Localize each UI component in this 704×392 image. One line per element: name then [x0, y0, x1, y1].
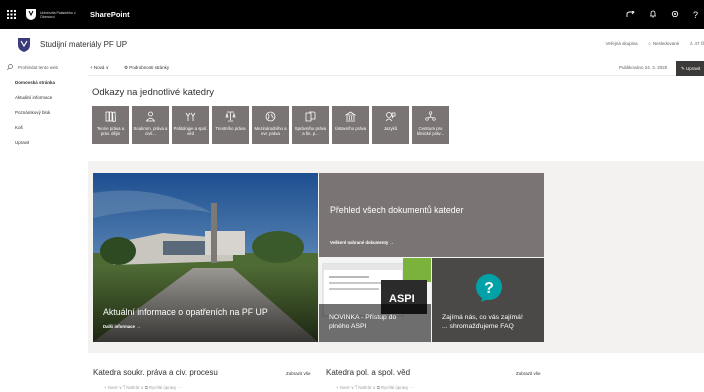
quick-links: Teorie práva a práv. dějin Soukrom. práv…: [92, 106, 449, 144]
link-tile-languages[interactable]: Jazyků: [372, 106, 409, 144]
edit-button[interactable]: ✎ Upravit: [676, 61, 704, 76]
suite-actions: ?: [626, 0, 698, 29]
see-all-link[interactable]: Zobrazit vše: [286, 371, 311, 376]
link-tile-clinical-law[interactable]: Centrum pro klinické práv...: [412, 106, 449, 144]
books-icon: [105, 111, 116, 122]
hero-faq-tile[interactable]: ? Zajímá nás, co vás zajímá! ... shromaž…: [432, 258, 544, 342]
follow-button[interactable]: ☆ Nesledované: [648, 41, 680, 47]
page-details-button[interactable]: ⚙ Podrobnosti stránky: [124, 65, 169, 71]
bell-icon[interactable]: [649, 10, 657, 20]
sharepoint-brand[interactable]: SharePoint: [90, 10, 130, 19]
link-tile-criminal-law[interactable]: Trestního práva: [212, 106, 249, 144]
section-title-private-law: Katedra soukr. práva a civ. procesu: [93, 368, 218, 377]
nav-item-edit[interactable]: Upravit: [15, 140, 29, 145]
site-title[interactable]: Studijní materiály PF UP: [40, 40, 127, 49]
share-icon[interactable]: [626, 10, 635, 20]
see-all-link[interactable]: Zobrazit vše: [516, 371, 541, 376]
left-navigation: Prohledat tento web Domovská stránka Akt…: [0, 61, 88, 392]
new-button[interactable]: + Nová ∨: [90, 65, 109, 71]
library-command-bar[interactable]: + Nové ∨ ⤒ Nahrát ∨ ⧉ Rychlé úpravy ···: [336, 385, 414, 391]
site-logo-icon[interactable]: [18, 38, 30, 52]
question-icon: ?: [476, 274, 502, 302]
link-tile-theory[interactable]: Teorie práva a práv. dějin: [92, 106, 129, 144]
people-icon: [185, 112, 196, 121]
documents-icon: [305, 111, 316, 122]
library-command-bar[interactable]: + Nové ∨ ⤒ Nahrát ∨ ⧉ Rychlé úpravy ···: [104, 385, 182, 391]
speech-icon: [385, 112, 396, 122]
link-tile-international-law[interactable]: Mezinárodního a evr. práva: [252, 106, 289, 144]
network-icon: [425, 111, 436, 121]
svg-text:?: ?: [484, 280, 494, 297]
nav-item-notebook[interactable]: Poznámkový blok: [15, 110, 50, 115]
hero-documents-tile[interactable]: Přehled všech dokumentů kateder Veškeré …: [319, 173, 544, 257]
nav-item-recycle-bin[interactable]: Koš: [15, 125, 23, 130]
search-icon: [7, 64, 13, 70]
crest-icon: [26, 9, 36, 20]
search-placeholder: Prohledat tento web: [18, 64, 59, 70]
university-logo[interactable]: Univerzita Palackého v Olomouci: [26, 9, 76, 20]
hero-aspi-tile[interactable]: ASPI NOVINKA - Přístup do plného ASPI: [319, 258, 431, 342]
building-icon: [345, 111, 356, 122]
command-bar: + Nová ∨ ⚙ Podrobnosti stránky Publiková…: [88, 61, 704, 76]
site-header: Studijní materiály PF UP Veřejná skupina…: [0, 29, 704, 61]
documents-link[interactable]: Veškeré nahrané dokumenty →: [330, 240, 394, 245]
hero-main-caption: Aktuální informace o opatřeních na PF UP: [103, 307, 268, 317]
aspi-caption: NOVINKA - Přístup do plného ASPI: [329, 314, 397, 330]
site-meta: Veřejná skupina ☆ Nesledované ♙ 47 čl: [606, 41, 704, 47]
gear-icon[interactable]: [671, 10, 679, 20]
person-icon: [145, 111, 156, 122]
waffle-icon[interactable]: [0, 0, 22, 29]
documents-title: Přehled všech dokumentů kateder: [330, 205, 464, 215]
link-tile-administrative-law[interactable]: Správního práva a fin. p...: [292, 106, 329, 144]
section-title-political-science: Katedra pol. a spol. věd: [326, 368, 411, 377]
hero-main-tile[interactable]: Aktuální informace o opatřeních na PF UP…: [93, 173, 318, 342]
help-icon[interactable]: ?: [693, 10, 698, 20]
gavel-icon: [225, 111, 236, 122]
suite-bar: Univerzita Palackého v Olomouci SharePoi…: [0, 0, 704, 29]
hero-main-link[interactable]: Další informace →: [103, 324, 141, 329]
nav-item-news[interactable]: Aktuální informace: [15, 95, 52, 100]
link-tile-political-science[interactable]: Politologie a spol. věd: [172, 106, 209, 144]
faq-caption: Zajímá nás, co vás zajímá! ... shromažďu…: [442, 314, 523, 330]
group-type: Veřejná skupina: [605, 41, 638, 46]
nav-item-home[interactable]: Domovská stránka: [15, 80, 55, 85]
published-date: Publikováno 24. 3. 2020: [619, 65, 668, 70]
link-tile-constitutional-law[interactable]: Ústavního práva: [332, 106, 369, 144]
aspi-logo: ASPI: [389, 293, 415, 305]
link-tile-private-law[interactable]: Soukrom. práva a civil...: [132, 106, 169, 144]
university-name: Univerzita Palackého v Olomouci: [40, 10, 76, 19]
members-button[interactable]: ♙ 47 čl: [689, 41, 704, 47]
quick-links-title: Odkazy na jednotlivé katedry: [92, 87, 214, 98]
globe-icon: [265, 111, 276, 122]
site-search[interactable]: Prohledat tento web: [7, 64, 58, 70]
